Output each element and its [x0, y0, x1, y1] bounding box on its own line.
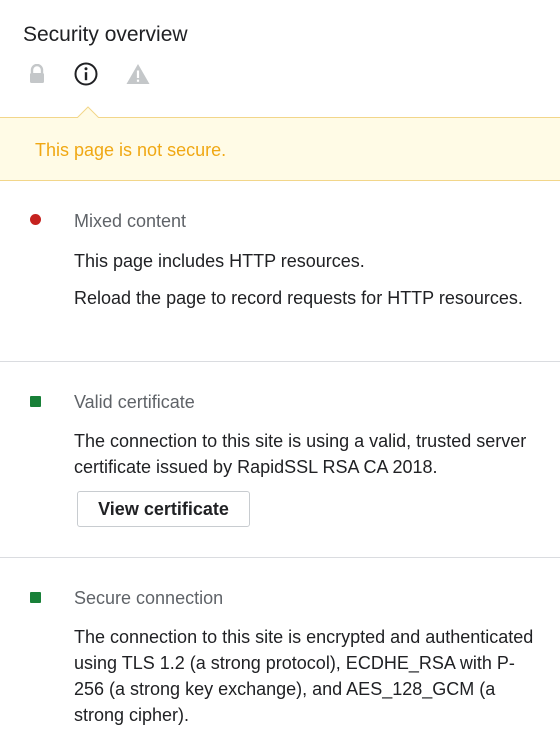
- panel-header: Security overview: [0, 0, 560, 86]
- section-description: This page includes HTTP resources.: [74, 251, 365, 271]
- banner-message: This page is not secure.: [35, 140, 227, 160]
- insecure-status-icon: [30, 214, 41, 225]
- view-certificate-button[interactable]: View certificate: [77, 491, 250, 527]
- section-description: Reload the page to record requests for H…: [74, 288, 523, 308]
- section-title: Valid certificate: [74, 392, 195, 412]
- warning-icon[interactable]: [125, 61, 151, 87]
- certificate-section: Valid certificate The connection to this…: [0, 362, 560, 558]
- secure-status-icon: [30, 396, 41, 407]
- section-title: Mixed content: [74, 211, 187, 231]
- info-icon[interactable]: [73, 61, 99, 87]
- section-title: Secure connection: [74, 588, 224, 608]
- mixed-content-section: Mixed content This page includes HTTP re…: [0, 181, 560, 362]
- security-status-banner: This page is not secure.: [0, 106, 560, 181]
- connection-section: Secure connection The connection to this…: [0, 558, 560, 750]
- section-description: The connection to this site is using a v…: [74, 431, 527, 477]
- security-tab-strip: [23, 61, 560, 91]
- security-panel: Security overview This page is not secur…: [0, 0, 560, 750]
- section-description: The connection to this site is encrypted…: [74, 627, 534, 725]
- lock-icon[interactable]: [28, 61, 46, 87]
- page-title: Security overview: [23, 23, 188, 46]
- secure-status-icon: [30, 592, 41, 603]
